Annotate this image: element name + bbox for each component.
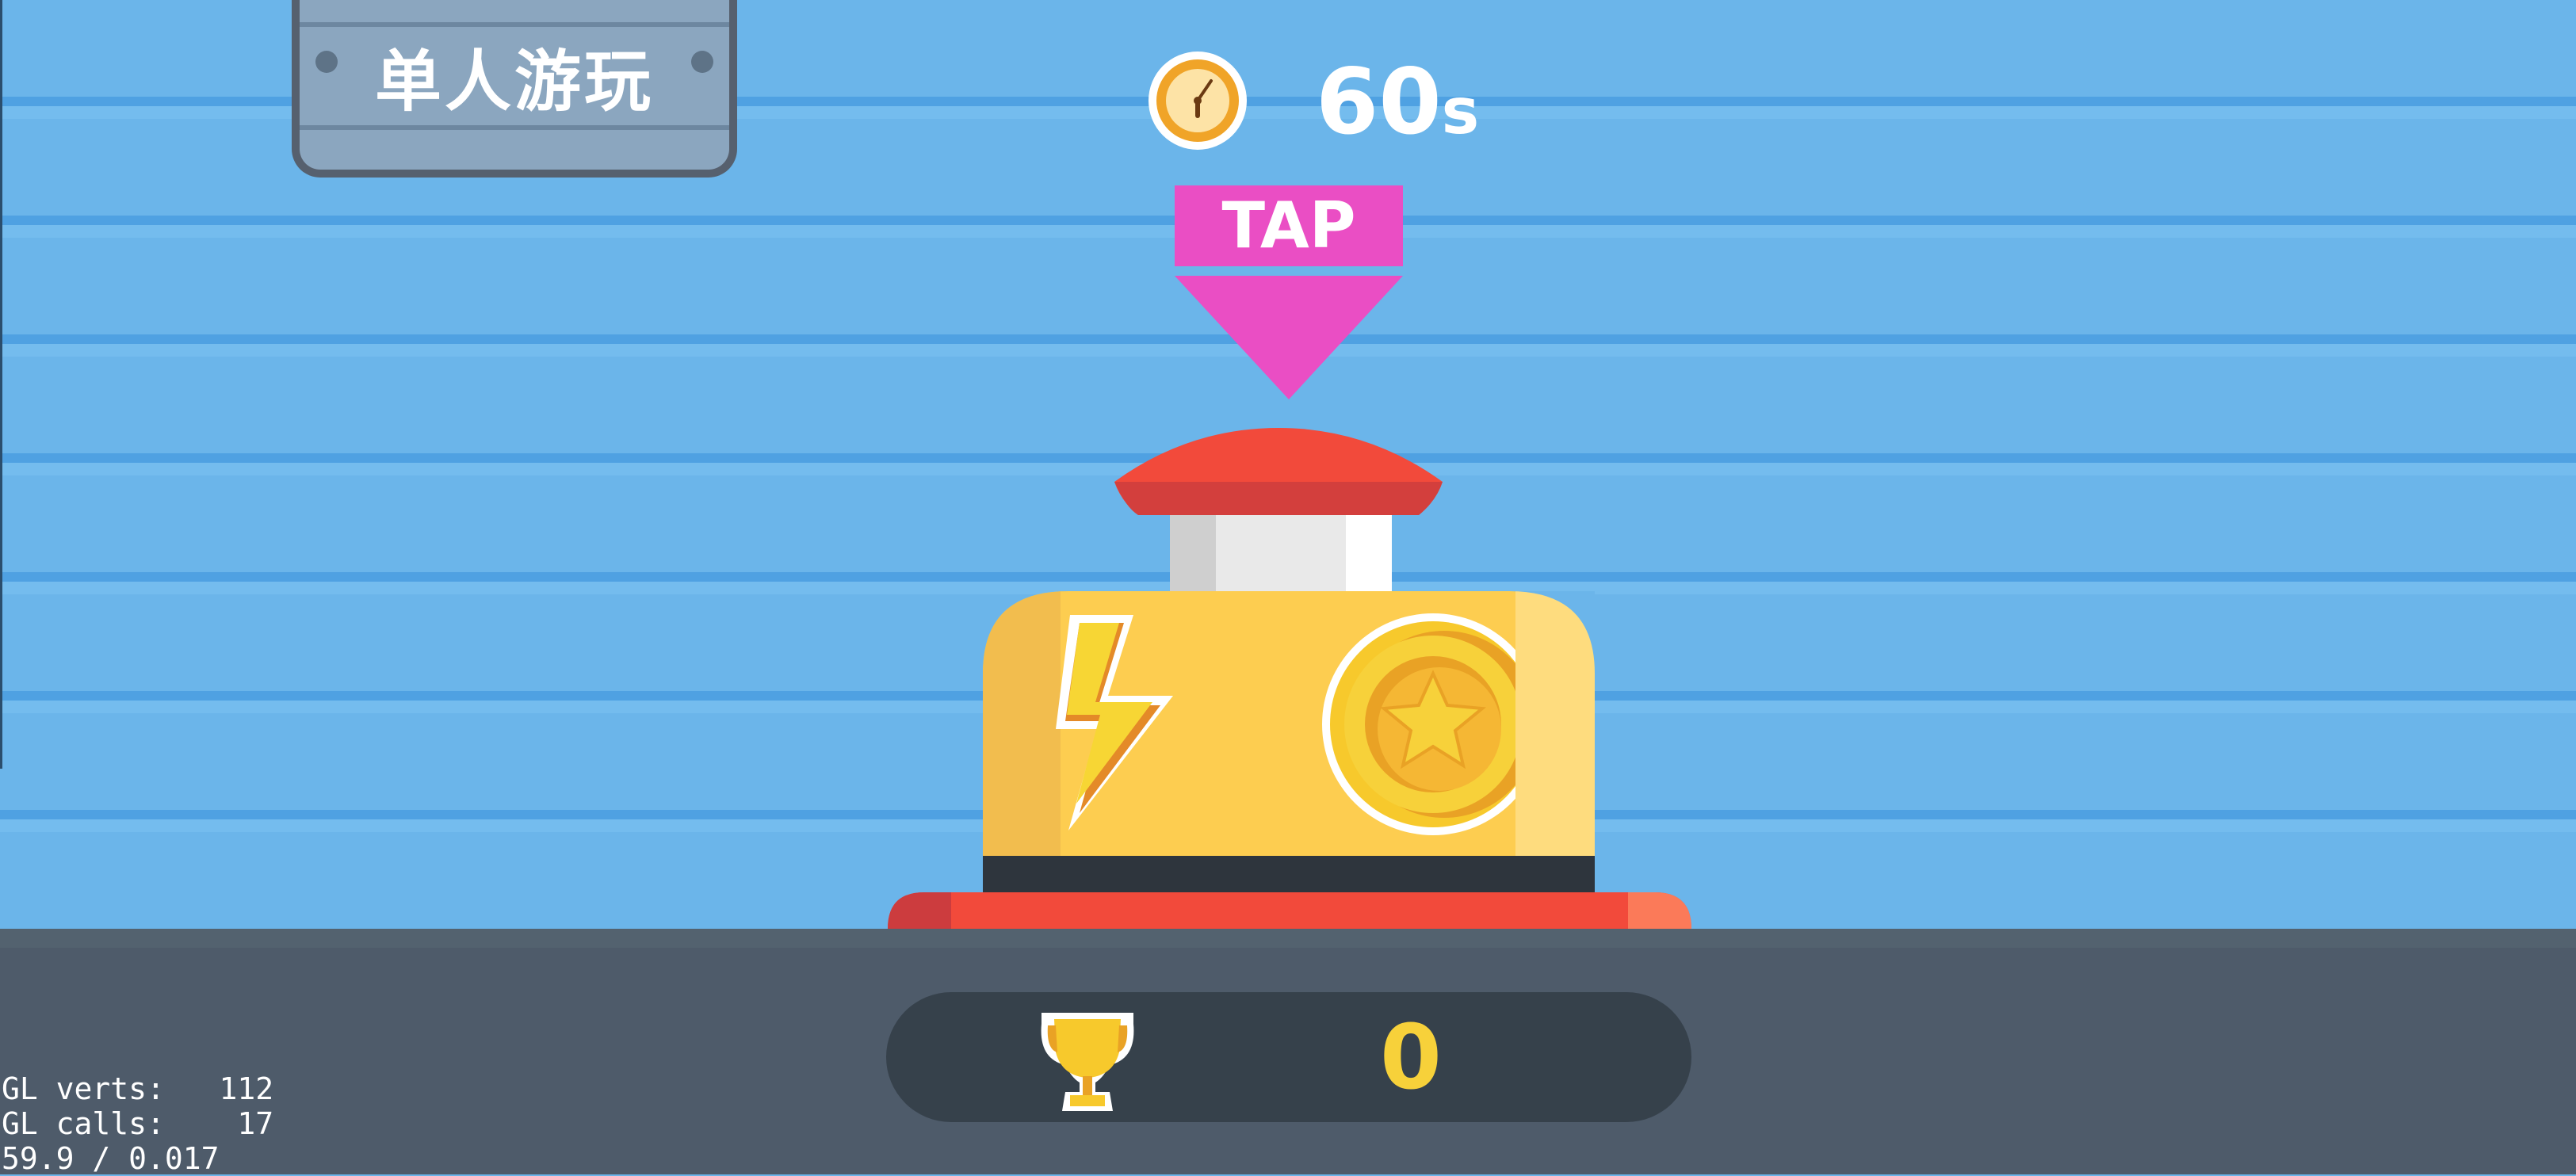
timer-readout: 60s [1316, 49, 1479, 155]
buzzer-button[interactable] [872, 428, 1704, 935]
body-shadow [983, 591, 1068, 856]
timer-value: 60 [1316, 49, 1442, 155]
trophy-icon [1041, 1013, 1134, 1111]
screen-edge [0, 0, 2, 769]
debug-stats: GL verts: 112 GL calls: 17 59.9 / 0.017 [2, 1071, 273, 1176]
buzzer-cap-shade [1114, 482, 1443, 515]
tap-label: TAP [1175, 185, 1403, 266]
sign-plank-line [300, 125, 729, 130]
star-coin-icon [1322, 613, 1544, 835]
single-player-button[interactable]: 单人游玩 [292, 0, 737, 178]
arrow-down-icon [1175, 276, 1403, 399]
stem-shadow [1170, 515, 1216, 591]
debug-line-calls: GL calls: 17 [2, 1106, 274, 1141]
mode-label: 单人游玩 [374, 43, 654, 120]
buzzer-base [888, 892, 1691, 929]
body-highlight-overlay [1515, 591, 1595, 856]
sign-plank-line [300, 22, 729, 27]
clock-icon [1148, 52, 1247, 150]
score-bar [886, 992, 1691, 1122]
score-value: 0 [1380, 1006, 1442, 1109]
stem-highlight [1346, 515, 1392, 591]
base-shadow [888, 892, 951, 929]
debug-line-fps: 59.9 / 0.017 [2, 1141, 220, 1176]
base-highlight [1628, 892, 1691, 929]
debug-line-verts: GL verts: 112 [2, 1071, 274, 1106]
timer-unit: s [1441, 74, 1480, 148]
buzzer-band [983, 856, 1595, 892]
